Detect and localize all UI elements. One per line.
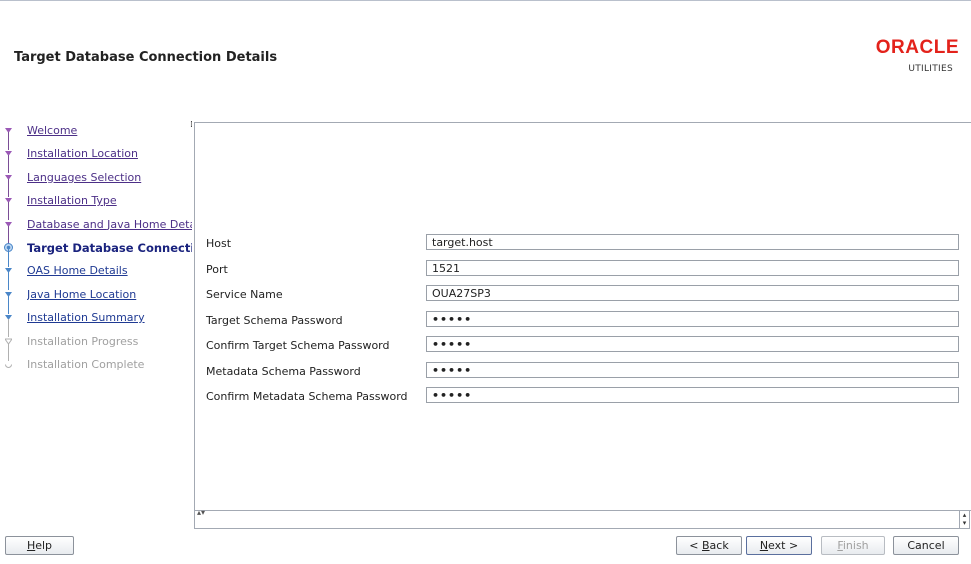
step-label[interactable]: Java Home Location — [27, 288, 192, 301]
back-button-post: ack — [709, 539, 729, 552]
resize-grip-icon[interactable]: ▴▾ — [197, 508, 205, 517]
cancel-button[interactable]: Cancel — [893, 536, 959, 555]
metadata-schema-password-row: Metadata Schema Password ••••• — [195, 362, 971, 380]
port-label: Port — [206, 263, 228, 276]
step-label[interactable]: Installation Type — [27, 194, 192, 207]
step-installation-type[interactable]: Installation Type — [0, 188, 192, 221]
confirm-metadata-schema-password-label: Confirm Metadata Schema Password — [206, 390, 408, 403]
step-label[interactable]: OAS Home Details — [27, 264, 192, 277]
page-title: Target Database Connection Details — [14, 50, 278, 65]
step-disabled-icon — [5, 364, 12, 368]
host-label: Host — [206, 237, 232, 250]
back-button[interactable]: < Back — [676, 536, 742, 555]
finish-button-post: inish — [842, 539, 869, 552]
confirm-target-schema-password-input[interactable]: ••••• — [426, 336, 959, 352]
next-button-mnemonic: N — [759, 539, 769, 552]
metadata-schema-password-label: Metadata Schema Password — [206, 365, 361, 378]
step-installation-summary[interactable]: Installation Summary — [0, 305, 192, 338]
step-installation-location[interactable]: Installation Location — [0, 141, 192, 174]
step-java-home-location[interactable]: Java Home Location — [0, 282, 192, 314]
host-input[interactable]: target.host — [426, 234, 959, 250]
step-label: Installation Progress — [27, 334, 139, 348]
confirm-metadata-schema-password-input[interactable]: ••••• — [426, 387, 959, 403]
confirm-metadata-schema-password-row: Confirm Metadata Schema Password ••••• — [195, 387, 971, 405]
logo-brand: ORACLE — [875, 37, 959, 58]
wizard-steps: Welcome Installation Location Languages … — [0, 118, 192, 508]
help-button-mnemonic: H — [26, 539, 36, 552]
step-label[interactable]: Installation Summary — [27, 311, 192, 324]
step-label: Target Database Connection Details — [27, 240, 192, 255]
port-input[interactable]: 1521 — [426, 260, 959, 276]
service-name-input[interactable]: OUA27SP3 — [426, 285, 959, 301]
message-area[interactable]: ▴▾ ▴ ▾ — [194, 508, 970, 529]
next-button-post: ext > — [768, 539, 799, 552]
metadata-schema-password-input[interactable]: ••••• — [426, 362, 959, 378]
header: Target Database Connection Details ORACL… — [0, 1, 971, 101]
step-oas-home-details[interactable]: OAS Home Details — [0, 258, 192, 291]
step-languages-selection[interactable]: Languages Selection — [0, 165, 192, 197]
step-database-java-home[interactable]: Database and Java Home Details — [0, 212, 192, 244]
help-button-post: elp — [35, 539, 53, 552]
confirm-target-schema-password-label: Confirm Target Schema Password — [206, 339, 390, 352]
help-button[interactable]: Help — [5, 536, 74, 555]
target-schema-password-label: Target Schema Password — [206, 314, 343, 327]
step-installation-progress: Installation Progress — [0, 329, 192, 361]
step-label[interactable]: Languages Selection — [27, 171, 192, 184]
step-label[interactable]: Installation Location — [27, 147, 192, 160]
host-row: Host target.host — [195, 234, 971, 252]
step-label[interactable]: Welcome — [27, 124, 192, 137]
back-button-mnemonic: B — [702, 539, 710, 552]
step-target-database-connection[interactable]: Target Database Connection Details — [0, 235, 192, 267]
oracle-utilities-logo: ORACLE UTILITIES — [849, 38, 959, 98]
back-button-pre: < — [689, 539, 702, 552]
scrollbar[interactable]: ▴ ▾ — [959, 511, 969, 528]
service-name-label: Service Name — [206, 288, 283, 301]
service-name-row: Service Name OUA27SP3 — [195, 285, 971, 303]
connection-form-panel: Host target.host Port 1521 Service Name … — [194, 122, 971, 511]
confirm-target-schema-password-row: Confirm Target Schema Password ••••• — [195, 336, 971, 354]
finish-button[interactable]: Finish — [821, 536, 885, 555]
next-button[interactable]: Next > — [746, 536, 812, 555]
step-welcome[interactable]: Welcome — [0, 118, 192, 150]
target-schema-password-row: Target Schema Password ••••• — [195, 311, 971, 329]
logo-subtitle: UTILITIES — [908, 64, 953, 74]
port-row: Port 1521 — [195, 260, 971, 278]
step-label: Installation Complete — [27, 357, 145, 371]
step-installation-complete: Installation Complete — [0, 352, 192, 375]
target-schema-password-input[interactable]: ••••• — [426, 311, 959, 327]
step-label[interactable]: Database and Java Home Details — [27, 218, 192, 231]
